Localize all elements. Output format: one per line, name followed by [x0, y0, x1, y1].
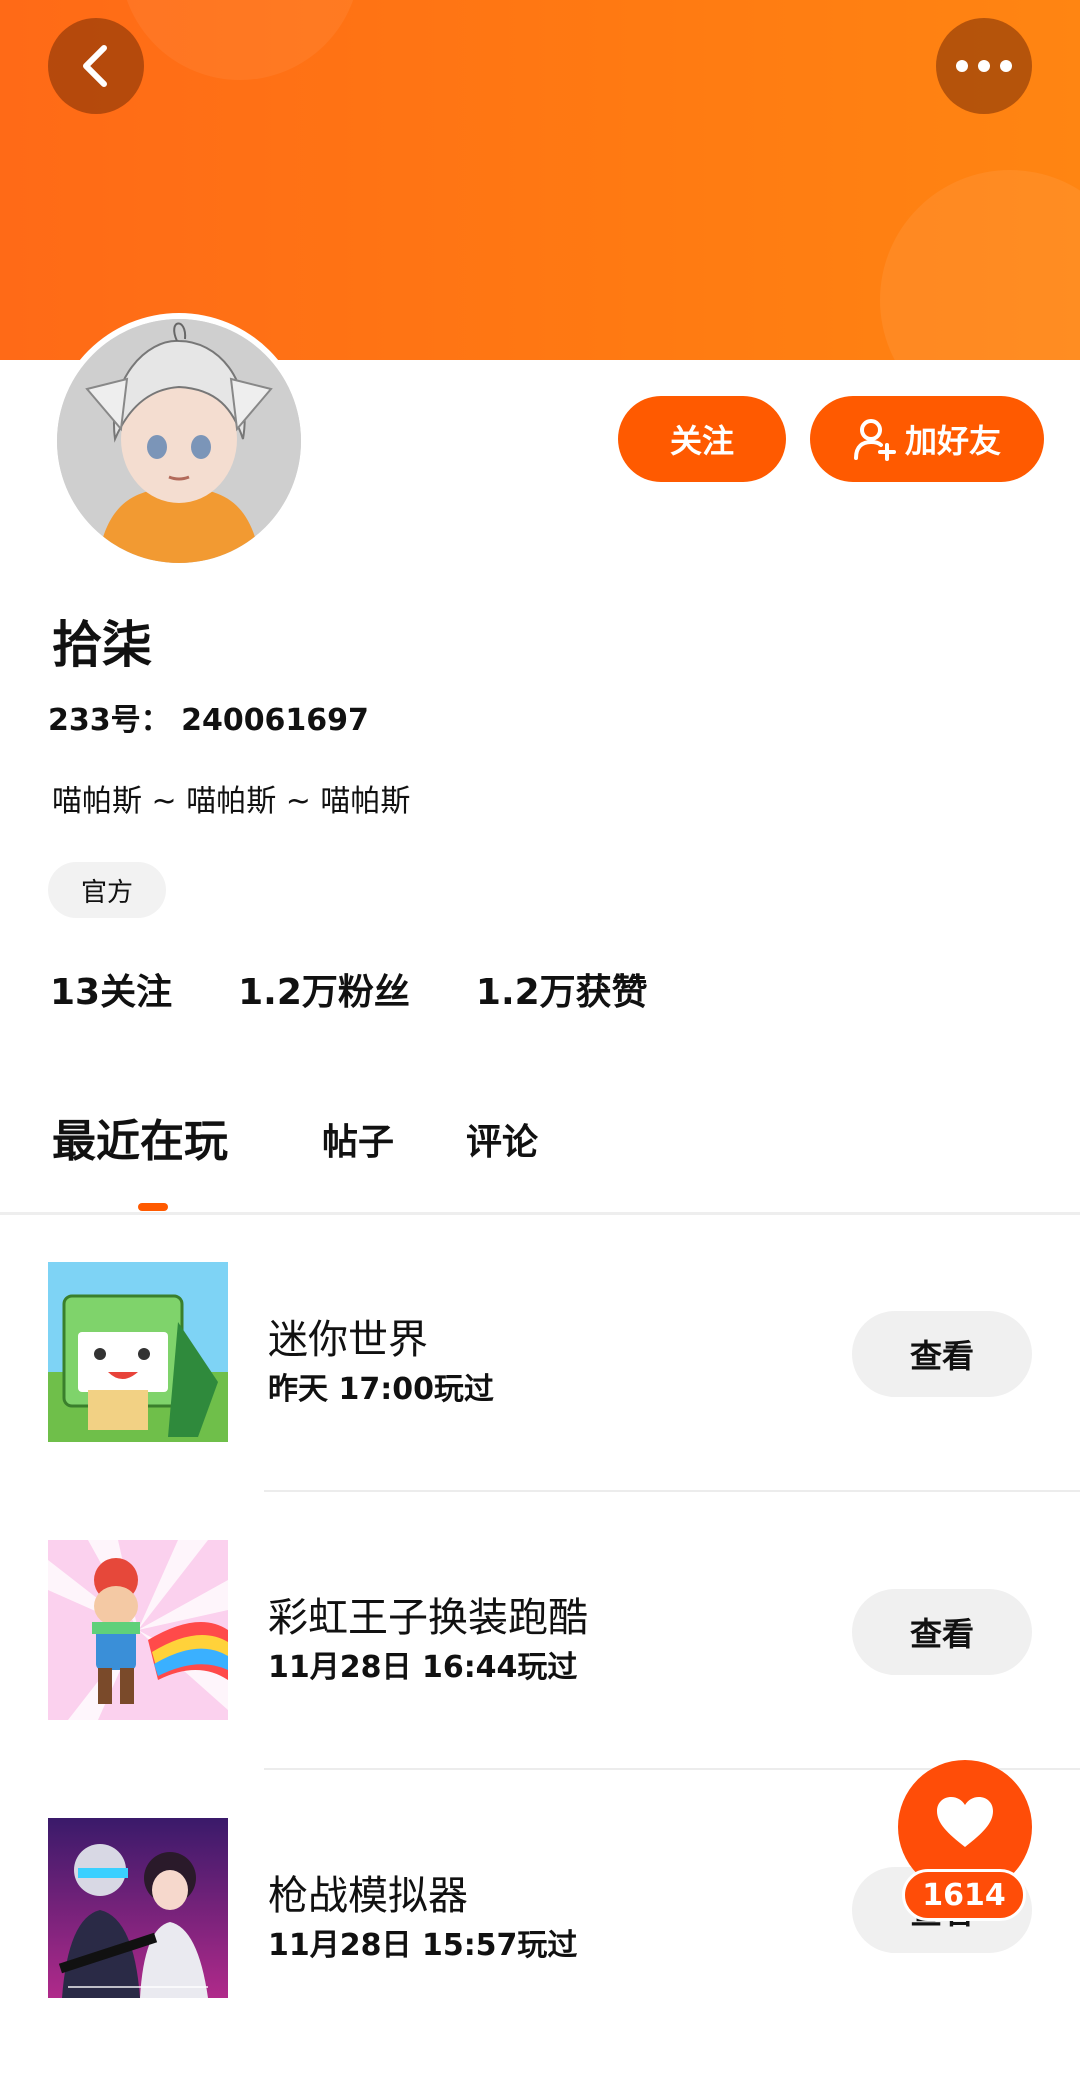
like-count-badge: 1614: [902, 1869, 1026, 1921]
chevron-left-icon: [83, 45, 107, 87]
more-horizontal-icon: [956, 60, 1012, 72]
game-title: 迷你世界: [268, 1317, 428, 1363]
decor-circle: [120, 0, 360, 80]
game-title: 枪战模拟器: [268, 1873, 468, 1919]
decor-circle: [880, 170, 1080, 360]
like-count: 1614: [922, 1877, 1006, 1913]
likes-count: 1.2万获赞: [475, 972, 648, 1013]
follow-button-label: 关注: [669, 422, 734, 460]
view-game-button-label: 查看: [909, 1615, 974, 1653]
game-icon: [48, 1818, 228, 1998]
game-icon: [48, 1540, 228, 1720]
tab-recently-played[interactable]: 最近在玩: [52, 1105, 228, 1169]
add-friend-button-label: 加好友: [904, 422, 1001, 460]
game-last-played: 11月28日 16:44玩过: [268, 1650, 578, 1685]
profile-stats: 13关注 1.2万粉丝 1.2万获赞: [50, 963, 714, 1015]
official-badge: 官方: [48, 862, 166, 918]
fans-count[interactable]: 1.2万粉丝: [238, 963, 410, 1015]
heart-icon: [937, 1797, 993, 1847]
view-game-button[interactable]: 查看: [852, 1311, 1032, 1397]
follow-button[interactable]: 关注: [618, 396, 786, 482]
game-last-played: 11月28日 15:57玩过: [268, 1928, 578, 1963]
game-icon: [48, 1262, 228, 1442]
divider: [0, 1212, 1080, 1215]
profile-bio: 喵帕斯 ~ 喵帕斯 ~ 喵帕斯: [52, 784, 411, 819]
more-button[interactable]: [936, 18, 1032, 114]
add-friend-button[interactable]: 加好友: [810, 396, 1044, 482]
avatar-illustration: [57, 319, 301, 563]
avatar-frame: [51, 313, 307, 569]
tab-comments[interactable]: 评论: [466, 1113, 538, 1165]
list-item[interactable]: 彩虹王子换装跑酷 11月28日 16:44玩过 查看: [0, 1540, 1080, 1818]
profile-header-banner: [0, 0, 1080, 360]
back-button[interactable]: [48, 18, 144, 114]
game-title: 彩虹王子换装跑酷: [268, 1595, 588, 1641]
add-user-icon: [853, 419, 896, 461]
official-badge-label: 官方: [80, 877, 133, 908]
game-last-played: 昨天 17:00玩过: [268, 1372, 494, 1407]
following-count[interactable]: 13关注: [50, 963, 172, 1015]
profile-tabs: 最近在玩 帖子 评论: [0, 1105, 1080, 1215]
game-thumbnail[interactable]: [48, 1262, 228, 1442]
divider: [264, 1490, 1080, 1492]
avatar[interactable]: [57, 319, 301, 563]
game-thumbnail[interactable]: [48, 1540, 228, 1720]
tab-posts[interactable]: 帖子: [322, 1113, 394, 1165]
profile-uid: 233号： 240061697: [48, 703, 369, 738]
active-tab-indicator: [138, 1203, 168, 1211]
view-game-button-label: 查看: [909, 1337, 974, 1375]
profile-name: 拾柒: [52, 616, 152, 674]
list-item[interactable]: 迷你世界 昨天 17:00玩过 查看: [0, 1262, 1080, 1540]
view-game-button[interactable]: 查看: [852, 1589, 1032, 1675]
game-thumbnail[interactable]: [48, 1818, 228, 1998]
